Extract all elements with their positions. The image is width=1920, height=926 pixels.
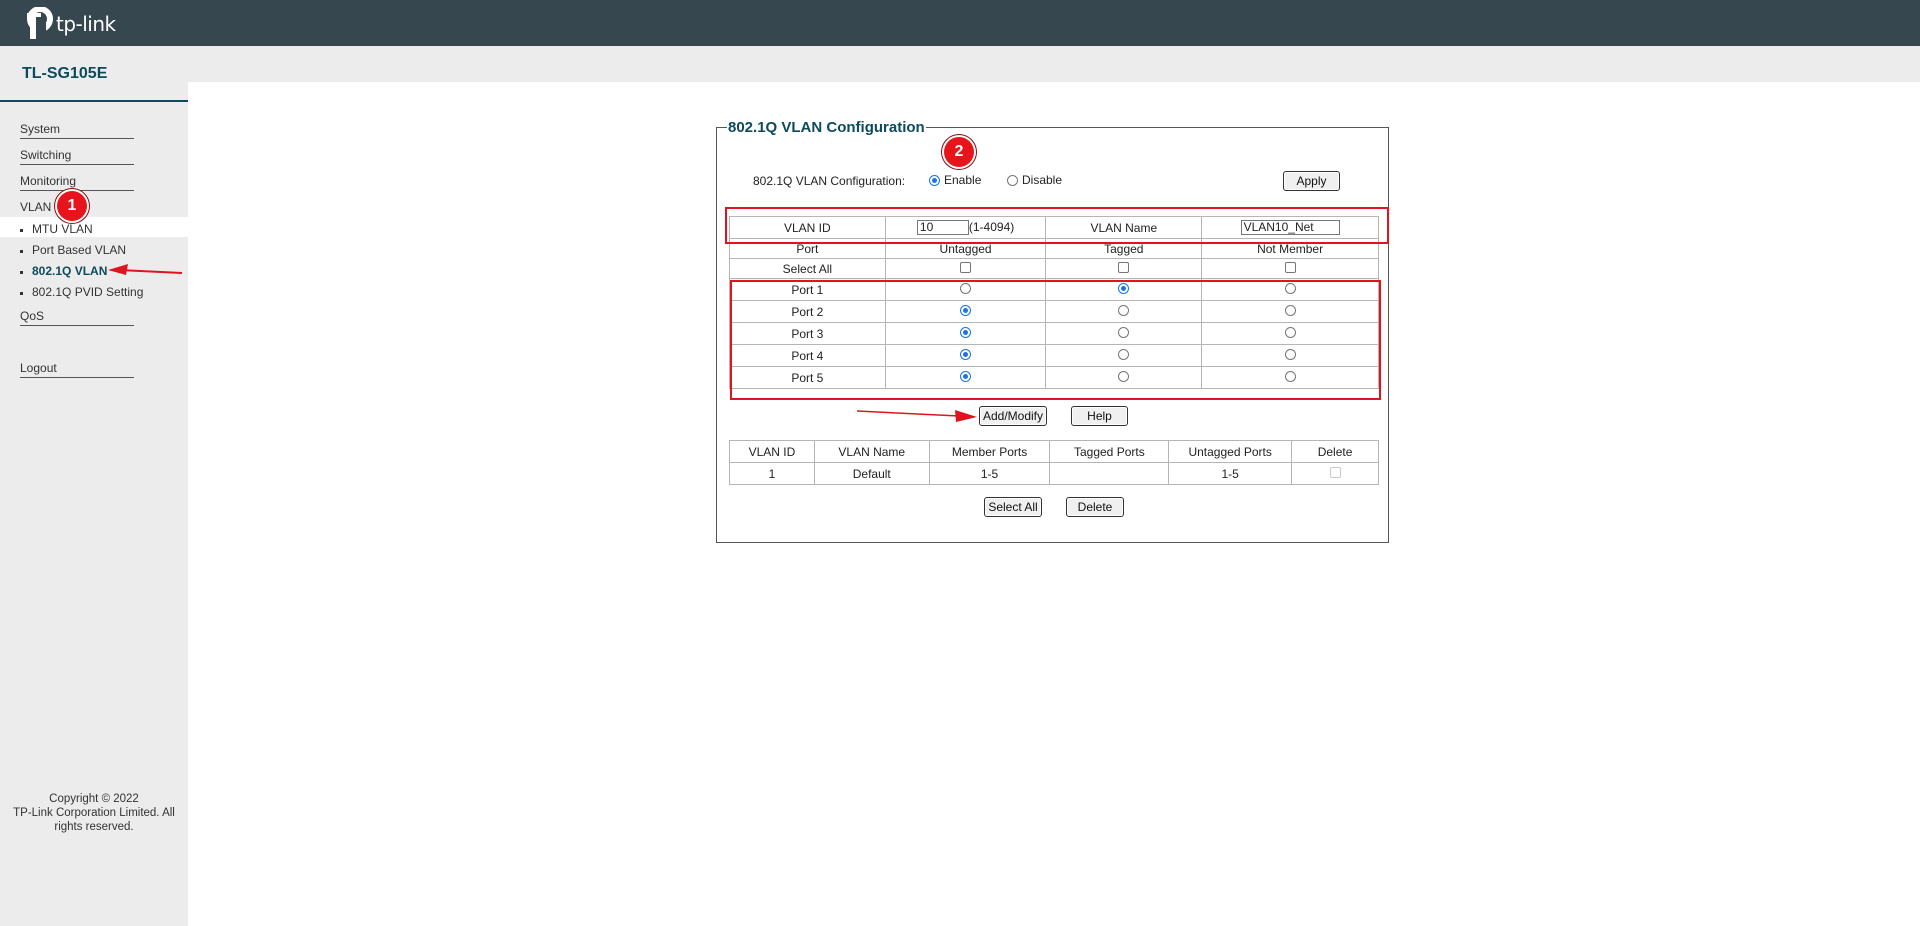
sidebar-item-switching[interactable]: Switching (20, 148, 134, 165)
logo-text: tp-link (56, 12, 116, 36)
cell-vlan-id: 1 (729, 462, 815, 485)
annotation-box-ports (730, 280, 1381, 400)
table-row: 1 Default 1-5 1-5 (729, 462, 1379, 485)
sidebar-item-qos[interactable]: QoS (20, 309, 134, 326)
header-tagged-ports: Tagged Ports (1049, 440, 1170, 463)
sidebar-item-monitoring[interactable]: Monitoring (20, 174, 134, 191)
top-bar: tp-link (0, 0, 1920, 46)
enable-option[interactable]: Enable (929, 173, 981, 187)
bullet-icon (20, 250, 23, 253)
header-member-ports: Member Ports (928, 440, 1051, 463)
select-all-row: Select All (729, 258, 1379, 279)
vlan-list-table: VLAN ID VLAN Name Member Ports Tagged Po… (729, 440, 1379, 485)
sidebar-item-system[interactable]: System (20, 122, 134, 139)
cell-untagged-ports: 1-5 (1168, 462, 1293, 485)
select-all-tagged-checkbox[interactable] (1118, 261, 1130, 273)
header-delete: Delete (1291, 440, 1379, 463)
model-divider (0, 100, 188, 102)
annotation-badge-1: 1 (57, 191, 87, 221)
header-vlan-name: VLAN Name (813, 440, 930, 463)
active-item-highlight (0, 217, 188, 237)
tp-link-logo: tp-link (22, 7, 116, 41)
panel-title: 802.1Q VLAN Configuration (728, 119, 925, 136)
cell-tagged-ports (1049, 462, 1170, 485)
select-all-label: Select All (729, 258, 886, 279)
header-vlan-id: VLAN ID (729, 440, 815, 463)
disable-label: Disable (1022, 173, 1063, 187)
sub-header-bar (0, 46, 1920, 82)
help-button[interactable]: Help (1071, 406, 1128, 426)
enable-radio[interactable] (929, 174, 940, 186)
bullet-icon (20, 292, 23, 295)
device-model: TL-SG105E (22, 65, 108, 82)
sidebar-subitem-8021q-vlan[interactable]: 802.1Q VLAN (32, 264, 107, 278)
apply-button[interactable]: Apply (1283, 171, 1340, 191)
annotation-arrow-icon (108, 264, 183, 275)
cell-vlan-name: Default (813, 462, 930, 485)
disable-radio[interactable] (1007, 174, 1018, 186)
annotation-box-vlan-id (725, 207, 1389, 244)
delete-checkbox (1329, 466, 1341, 478)
sidebar-item-logout[interactable]: Logout (20, 361, 134, 378)
copyright-line: rights reserved. (54, 821, 134, 833)
copyright-line: Copyright © 2022 (49, 793, 139, 805)
bullet-icon (20, 229, 23, 232)
sidebar-subitem-port-based-vlan[interactable]: Port Based VLAN (32, 243, 126, 257)
disable-option[interactable]: Disable (1007, 173, 1062, 187)
add-modify-button[interactable]: Add/Modify (979, 406, 1047, 426)
select-all-button[interactable]: Select All (984, 497, 1042, 517)
sidebar-subitem-8021q-pvid-setting[interactable]: 802.1Q PVID Setting (32, 285, 143, 299)
enable-label: Enable (944, 173, 982, 187)
annotation-arrow-icon (856, 410, 977, 422)
sidebar-subitem-mtu-vlan[interactable]: MTU VLAN (32, 222, 93, 236)
header-untagged-ports: Untagged Ports (1168, 440, 1293, 463)
annotation-badge-2: 2 (944, 137, 974, 167)
bullet-icon (20, 271, 23, 274)
tp-link-logo-icon (27, 7, 53, 39)
cell-member-ports: 1-5 (928, 462, 1051, 485)
vlan-list-header: VLAN ID VLAN Name Member Ports Tagged Po… (729, 440, 1379, 463)
copyright-line: TP-Link Corporation Limited. All (13, 807, 175, 819)
delete-button[interactable]: Delete (1066, 497, 1124, 517)
select-all-not-member-checkbox[interactable] (1284, 261, 1296, 273)
select-all-untagged-checkbox[interactable] (960, 261, 972, 273)
copyright: Copyright © 2022 TP-Link Corporation Lim… (0, 792, 188, 834)
vlan-mode-label: 802.1Q VLAN Configuration: (753, 174, 906, 188)
